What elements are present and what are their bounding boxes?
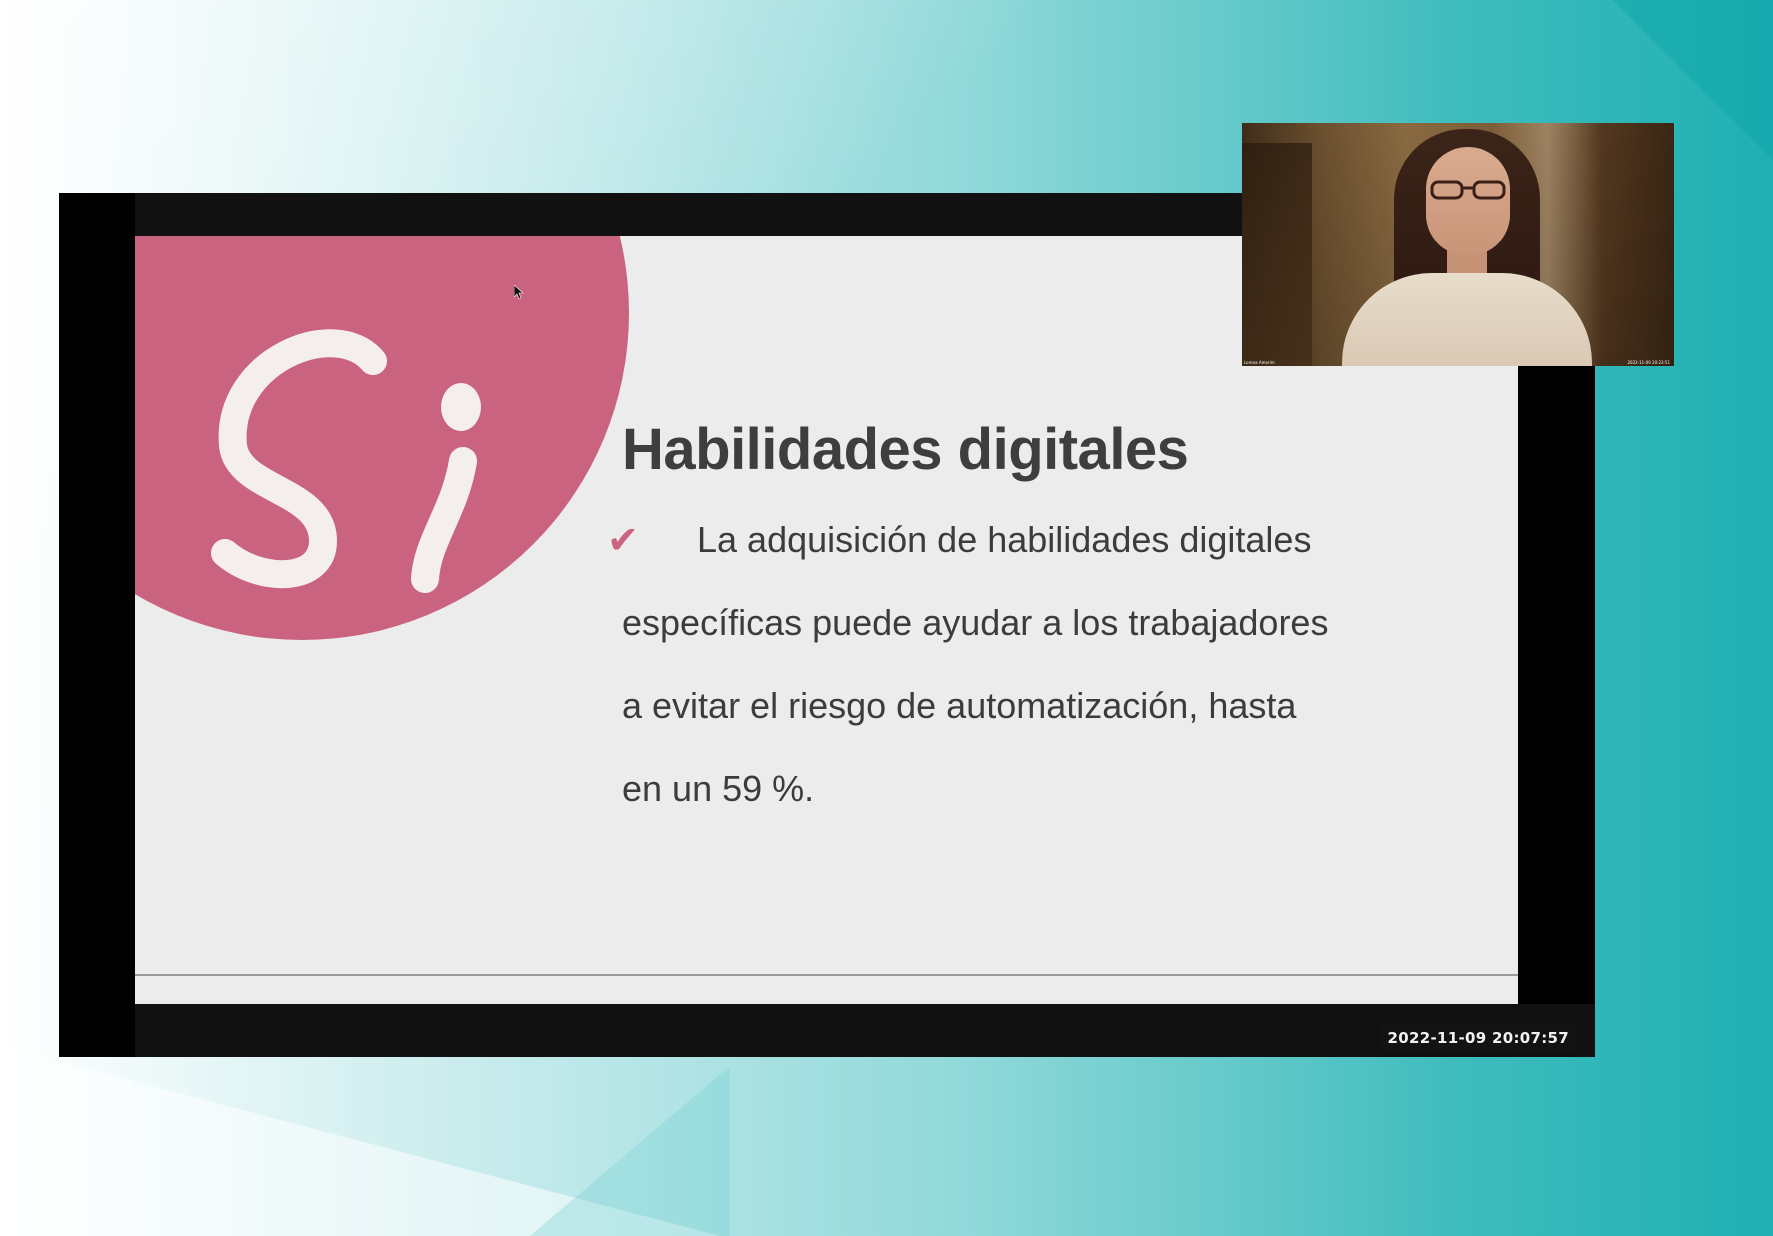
participant-video[interactable]: Lorena Amorim 2022-11-09 20:23:51 [1242,123,1674,366]
recording-timestamp: 2022-11-09 20:07:57 [1379,1025,1577,1051]
slide-body-line-1: La adquisición de habilidades digitales [697,519,1312,560]
participant-face [1426,147,1510,255]
participant-name: Lorena Amorim [1244,360,1275,365]
camera-timestamp: 2022-11-09 20:23:51 [1627,360,1670,365]
slide-body-line-3: a evitar el riesgo de automatización, ha… [622,685,1297,726]
check-icon: ✔ [607,518,639,562]
si-logo-icon [211,329,481,593]
background-bottom-shape-2 [530,1066,730,1236]
slide-bottom-bar [135,1004,1595,1057]
mouse-cursor-icon [514,285,524,299]
slide-title: Habilidades digitales [622,417,1189,482]
slide-divider [135,974,1518,976]
glasses-icon [1430,180,1506,200]
slide-body-line-4: en un 59 %. [622,768,815,809]
slide-body-line-2: específicas puede ayudar a los trabajado… [622,602,1329,643]
